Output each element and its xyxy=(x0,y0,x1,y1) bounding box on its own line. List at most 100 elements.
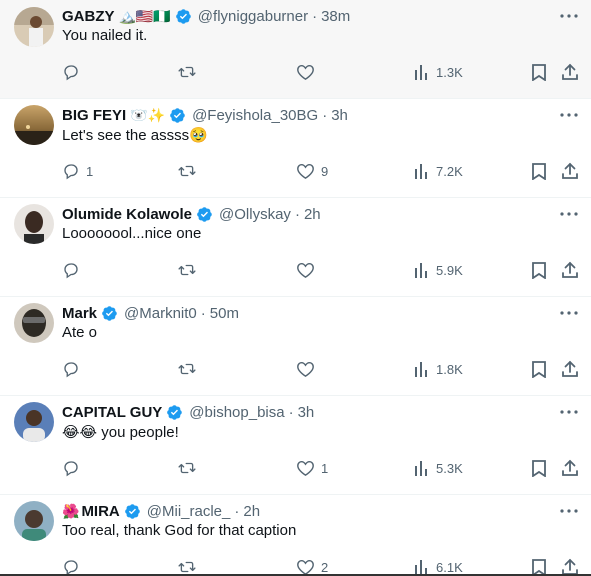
user-handle[interactable]: @flyniggaburner xyxy=(198,8,308,25)
user-handle[interactable]: @Marknit0 xyxy=(124,305,197,322)
repost-button[interactable] xyxy=(177,359,203,379)
user-handle[interactable]: @Mii_racle_ xyxy=(147,503,231,520)
views-button[interactable]: 1.3K xyxy=(414,62,463,82)
avatar[interactable] xyxy=(14,204,54,244)
bookmark-button[interactable] xyxy=(531,161,547,181)
repost-button[interactable] xyxy=(177,458,203,478)
more-options-ellipsis-icon[interactable] xyxy=(559,402,579,422)
display-name[interactable]: BIG FEYI xyxy=(62,107,126,124)
views-button[interactable]: 5.9K xyxy=(414,260,463,280)
bookmark-icon xyxy=(532,262,546,279)
reply-button[interactable] xyxy=(62,458,86,478)
display-name[interactable]: GABZY xyxy=(62,8,115,25)
bookmark-button[interactable] xyxy=(531,458,547,478)
display-name[interactable]: MIRA xyxy=(81,503,119,520)
bar-chart-icon xyxy=(415,164,427,179)
bookmark-button[interactable] xyxy=(531,62,547,82)
reply-item[interactable]: BIG FEYI 🐻‍❄️✨ @Feyishola_30BG · 3h Let'… xyxy=(0,99,591,198)
avatar[interactable] xyxy=(14,7,54,47)
verified-badge-icon xyxy=(175,8,192,25)
display-name[interactable]: Olumide Kolawole xyxy=(62,206,192,223)
verified-badge-icon xyxy=(169,107,186,124)
share-upload-icon xyxy=(562,63,578,80)
reply-text: Let's see the assss🥹 xyxy=(62,127,208,144)
share-button[interactable] xyxy=(561,458,579,478)
views-button[interactable]: 5.3K xyxy=(414,458,463,478)
reply-item[interactable]: GABZY 🏔️🇺🇸🇳🇬 @flyniggaburner · 38m You n… xyxy=(0,0,591,99)
views-button[interactable]: 1.8K xyxy=(414,359,463,379)
repost-arrows-icon xyxy=(178,462,196,474)
like-button[interactable] xyxy=(296,260,321,280)
action-bar: 5.9K xyxy=(0,260,591,280)
like-button[interactable]: 1 xyxy=(296,458,328,478)
heart-icon xyxy=(297,361,314,377)
reply-button[interactable]: 1 xyxy=(62,161,93,181)
avatar[interactable] xyxy=(14,402,54,442)
bar-chart-icon xyxy=(415,560,427,575)
repost-button[interactable] xyxy=(177,260,203,280)
views-button[interactable]: 7.2K xyxy=(414,161,463,181)
display-name[interactable]: Mark xyxy=(62,305,97,322)
reply-button[interactable] xyxy=(62,260,86,280)
bookmark-button[interactable] xyxy=(531,260,547,280)
timestamp[interactable]: 2h xyxy=(243,503,260,520)
display-name[interactable]: CAPITAL GUY xyxy=(62,404,162,421)
reply-item[interactable]: Mark @Marknit0 · 50m Ate o 1.8K xyxy=(0,297,591,396)
more-options-ellipsis-icon[interactable] xyxy=(559,6,579,26)
more-options-ellipsis-icon[interactable] xyxy=(559,501,579,521)
reply-item[interactable]: 🌺 MIRA @Mii_racle_ · 2h Too real, thank … xyxy=(0,495,591,576)
heart-icon xyxy=(297,64,314,80)
like-button[interactable] xyxy=(296,359,321,379)
like-button[interactable] xyxy=(296,62,321,82)
verified-badge-icon xyxy=(166,404,183,421)
bookmark-icon xyxy=(532,64,546,81)
action-bar: 1 9 7.2K xyxy=(0,161,591,181)
separator-dot: · xyxy=(288,403,294,421)
repost-button[interactable] xyxy=(177,62,203,82)
reply-item[interactable]: CAPITAL GUY @bishop_bisa · 3h 😂😂 you peo… xyxy=(0,396,591,495)
more-options-ellipsis-icon[interactable] xyxy=(559,204,579,224)
timestamp[interactable]: 3h xyxy=(298,404,315,421)
avatar[interactable] xyxy=(14,105,54,145)
reply-text: Loooooool...nice one xyxy=(62,225,202,242)
more-options-ellipsis-icon[interactable] xyxy=(559,303,579,323)
like-button[interactable]: 9 xyxy=(296,161,328,181)
share-button[interactable] xyxy=(561,260,579,280)
like-count: 9 xyxy=(321,163,329,179)
reply-button[interactable] xyxy=(62,62,86,82)
reply-text: Too real, thank God for that caption xyxy=(62,522,297,539)
share-button[interactable] xyxy=(561,359,579,379)
reply-button[interactable] xyxy=(62,359,86,379)
user-handle[interactable]: @Ollyskay xyxy=(219,206,291,223)
repost-arrows-icon xyxy=(178,264,196,276)
avatar[interactable] xyxy=(14,501,54,541)
timestamp[interactable]: 2h xyxy=(304,206,321,223)
reply-item[interactable]: Olumide Kolawole @Ollyskay · 2h Looooooo… xyxy=(0,198,591,297)
bookmark-icon xyxy=(532,163,546,180)
avatar[interactable] xyxy=(14,303,54,343)
bookmark-button[interactable] xyxy=(531,359,547,379)
bar-chart-icon xyxy=(415,461,427,476)
bookmark-icon xyxy=(532,361,546,378)
share-button[interactable] xyxy=(561,62,579,82)
separator-dot: · xyxy=(200,304,206,322)
action-bar: 1 5.3K xyxy=(0,458,591,478)
bookmark-icon xyxy=(532,460,546,477)
timestamp[interactable]: 50m xyxy=(210,305,239,322)
share-button[interactable] xyxy=(561,161,579,181)
timestamp[interactable]: 38m xyxy=(321,8,350,25)
like-count: 1 xyxy=(321,460,329,476)
repost-button[interactable] xyxy=(177,161,203,181)
user-handle[interactable]: @bishop_bisa xyxy=(189,404,284,421)
share-upload-icon xyxy=(562,459,578,476)
reply-text: Ate o xyxy=(62,324,98,341)
verified-badge-icon xyxy=(124,503,141,520)
timestamp[interactable]: 3h xyxy=(331,107,348,124)
views-count: 6.1K xyxy=(436,559,463,575)
more-options-ellipsis-icon[interactable] xyxy=(559,105,579,125)
action-bar: 1.8K xyxy=(0,359,591,379)
speech-bubble-icon xyxy=(64,65,78,81)
user-handle[interactable]: @Feyishola_30BG xyxy=(192,107,318,124)
bar-chart-icon xyxy=(415,65,427,80)
views-count: 5.3K xyxy=(436,460,463,476)
